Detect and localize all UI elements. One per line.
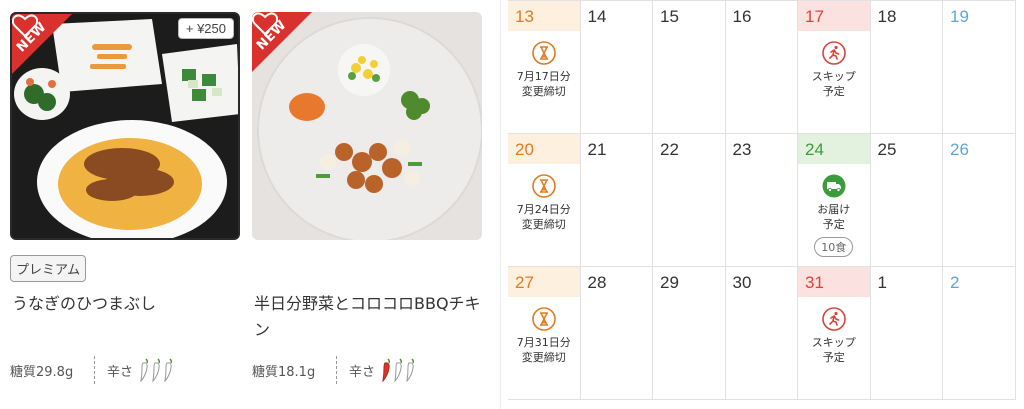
- calendar-day[interactable]: 25: [870, 134, 943, 267]
- event-label: 7月31日分 変更締切: [516, 336, 571, 364]
- chili-icon: [406, 358, 415, 382]
- hourglass-icon: [531, 307, 556, 331]
- calendar-day[interactable]: 13 7月17日分 変更締切: [508, 1, 581, 134]
- calendar-day[interactable]: 23: [725, 134, 798, 267]
- day-number: 21: [587, 140, 607, 159]
- day-number: 30: [732, 273, 752, 292]
- calendar-event[interactable]: お届け 予定 10食: [798, 174, 870, 257]
- spicy-label: 辛さ: [349, 364, 376, 380]
- day-number: 18: [877, 7, 897, 26]
- calendar-event[interactable]: 7月17日分 変更締切: [508, 41, 580, 99]
- spec-divider: [336, 356, 337, 384]
- day-number: 27: [508, 267, 580, 297]
- calendar-day[interactable]: 31 スキップ 予定: [798, 267, 871, 400]
- calendar-day[interactable]: 1: [870, 267, 943, 400]
- calendar-event[interactable]: スキップ 予定: [798, 307, 870, 365]
- event-label: 7月17日分 変更締切: [516, 70, 571, 98]
- calendar-day[interactable]: 30: [725, 267, 798, 400]
- chili-icon: [382, 358, 391, 382]
- calendar-day[interactable]: 24 お届け 予定 10食: [798, 134, 871, 267]
- calendar-event[interactable]: スキップ 予定: [798, 41, 870, 99]
- spicy-rating: [381, 358, 416, 382]
- calendar-day[interactable]: 16: [725, 1, 798, 134]
- calendar-event[interactable]: 7月24日分 変更締切: [508, 174, 580, 232]
- spicy-rating: [139, 358, 174, 382]
- premium-tag: プレミアム: [10, 255, 87, 282]
- day-number: 1: [877, 273, 887, 292]
- menu-spec: 糖質29.8g 辛さ: [10, 356, 246, 384]
- calendar-day[interactable]: 21: [580, 134, 653, 267]
- calendar-day[interactable]: 15: [653, 1, 726, 134]
- price-badge: + ¥250: [177, 18, 234, 39]
- sugar-value: 糖質18.1g: [252, 364, 316, 380]
- runner-icon: [821, 41, 846, 65]
- menu-spec: 糖質18.1g 辛さ: [252, 356, 488, 384]
- menu-title[interactable]: 半日分野菜とコロコロBBQチキン: [254, 291, 490, 343]
- menu-photo[interactable]: NEW: [252, 12, 482, 240]
- calendar-day[interactable]: 18: [870, 1, 943, 134]
- day-number: 26: [950, 140, 969, 159]
- menu-card-bbq-chicken[interactable]: NEW 半日分野菜とコロコロBBQチキン 糖質18.1g 辛さ: [252, 0, 492, 409]
- event-label: スキップ 予定: [811, 70, 856, 98]
- calendar-day[interactable]: 28: [580, 267, 653, 400]
- calendar-day[interactable]: 2: [943, 267, 1016, 400]
- day-number: 25: [877, 140, 897, 159]
- calendar-event[interactable]: 7月31日分 変更締切: [508, 307, 580, 365]
- panel-divider: [500, 0, 501, 409]
- day-number: 23: [732, 140, 752, 159]
- sugar-value: 糖質29.8g: [10, 364, 74, 380]
- day-number: 17: [798, 1, 870, 31]
- meal-count-badge: 10食: [814, 237, 854, 257]
- spec-divider: [94, 356, 95, 384]
- day-number: 14: [587, 7, 607, 26]
- calendar-day[interactable]: 26: [943, 134, 1016, 267]
- day-number: 2: [950, 273, 960, 292]
- menu-title[interactable]: うなぎのひつまぶし: [12, 291, 248, 317]
- heart-icon[interactable]: [12, 14, 38, 38]
- day-number: 19: [950, 7, 969, 26]
- calendar-grid: 13 7月17日分 変更締切 14 15 16 17 スキップ 予定 18 19 20 7月24日分…: [508, 0, 1016, 400]
- day-number: 31: [798, 267, 870, 297]
- heart-icon[interactable]: [252, 12, 278, 36]
- event-label: お届け 予定: [817, 203, 851, 231]
- day-number: 16: [732, 7, 752, 26]
- calendar-day[interactable]: 17 スキップ 予定: [798, 1, 871, 134]
- day-number: 15: [660, 7, 679, 26]
- day-number: 20: [508, 134, 580, 164]
- chili-icon: [164, 358, 173, 382]
- menu-photo[interactable]: NEW + ¥250: [10, 12, 240, 240]
- chili-icon: [152, 358, 161, 382]
- calendar-day[interactable]: 22: [653, 134, 726, 267]
- day-number: 22: [660, 140, 679, 159]
- day-number: 29: [660, 273, 679, 292]
- calendar-day[interactable]: 19: [943, 1, 1016, 134]
- calendar-day[interactable]: 29: [653, 267, 726, 400]
- chili-icon: [140, 358, 149, 382]
- event-label: スキップ 予定: [811, 336, 856, 364]
- day-number: 28: [587, 273, 607, 292]
- day-number: 24: [798, 134, 870, 164]
- event-label: 7月24日分 変更締切: [516, 203, 571, 231]
- truck-icon: [822, 174, 846, 198]
- hourglass-icon: [531, 41, 556, 65]
- hourglass-icon: [531, 174, 556, 198]
- day-number: 13: [508, 1, 580, 31]
- calendar-day[interactable]: 20 7月24日分 変更締切: [508, 134, 581, 267]
- spicy-label: 辛さ: [107, 364, 134, 380]
- calendar-day[interactable]: 14: [580, 1, 653, 134]
- menu-card-unagi[interactable]: NEW + ¥250 プレミアム うなぎのひつまぶし 糖質29.8g 辛さ: [10, 0, 250, 409]
- menu-list: NEW + ¥250 プレミアム うなぎのひつまぶし 糖質29.8g 辛さ NE…: [0, 0, 500, 409]
- calendar-day[interactable]: 27 7月31日分 変更締切: [508, 267, 581, 400]
- chili-icon: [394, 358, 403, 382]
- delivery-calendar: 13 7月17日分 変更締切 14 15 16 17 スキップ 予定 18 19 20 7月24日分…: [508, 0, 1016, 400]
- runner-icon: [821, 307, 846, 331]
